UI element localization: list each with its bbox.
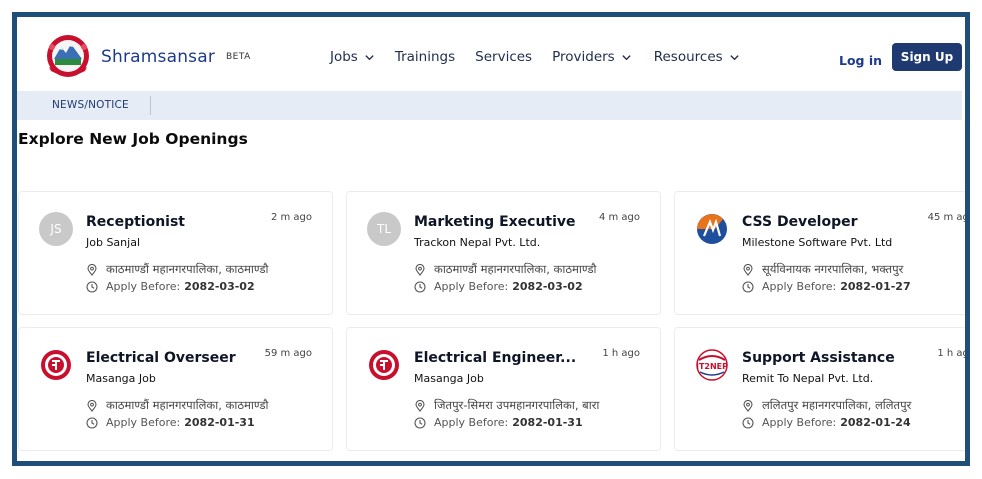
apply-before: Apply Before: 2082-01-24 (742, 416, 911, 429)
apply-before: Apply Before: 2082-03-02 (414, 280, 583, 293)
milestone-logo-icon (697, 214, 727, 244)
clock-icon (742, 416, 754, 429)
job-card[interactable]: CSS Developer Milestone Software Pvt. Lt… (674, 191, 969, 315)
company-name[interactable]: Remit To Nepal Pvt. Ltd. (742, 372, 873, 385)
map-pin-icon (415, 263, 425, 276)
clock-icon (86, 416, 98, 429)
job-location: काठमाण्डौं महानगरपालिका, काठमाण्डौ (86, 398, 268, 413)
company-name[interactable]: Trackon Nepal Pvt. Ltd. (414, 236, 540, 249)
apply-before: Apply Before: 2082-01-31 (86, 416, 255, 429)
job-card[interactable]: IT2NEP Support Assistance Remit To Nepal… (674, 327, 969, 451)
remit-to-nepal-logo-icon: IT2NEP (696, 349, 728, 381)
map-pin-icon (743, 263, 753, 276)
clock-icon (414, 280, 426, 293)
job-card[interactable]: Electrical Overseer Masanga Job 59 m ago… (18, 327, 333, 451)
job-title[interactable]: Electrical Engineer... (414, 350, 576, 366)
masanga-logo-icon (41, 350, 71, 380)
company-avatar: JS (39, 212, 73, 246)
news-notice-tab[interactable]: NEWS/NOTICE (52, 99, 129, 111)
job-title[interactable]: Support Assistance (742, 350, 895, 366)
apply-before-date: 2082-01-24 (840, 416, 911, 429)
apply-before-date: 2082-03-02 (184, 280, 255, 293)
browser-frame: Shramsansar BETA Jobs Trainings Services… (12, 12, 970, 466)
job-location-text: ललितपुर महानगरपालिका, ललितपुर (762, 398, 912, 412)
remit-logo-text: IT2NEP (696, 362, 728, 371)
map-pin-icon (87, 399, 97, 412)
posted-time: 2 m ago (270, 212, 312, 223)
job-location: जितपुर-सिमरा उपमहानगरपालिका, बारा (414, 398, 599, 413)
apply-before-label: Apply Before: (434, 416, 509, 429)
map-pin-icon (743, 399, 753, 412)
job-card[interactable]: JS Receptionist Job Sanjal 2 m ago काठमा… (18, 191, 333, 315)
job-card[interactable]: TL Marketing Executive Trackon Nepal Pvt… (346, 191, 661, 315)
clock-icon (742, 280, 754, 293)
company-name[interactable]: Milestone Software Pvt. Ltd (742, 236, 892, 249)
login-link[interactable]: Log in (839, 53, 882, 68)
nav-trainings-label: Trainings (394, 49, 456, 65)
nav-jobs-label: Jobs (330, 49, 358, 65)
nav-trainings[interactable]: Trainings (395, 49, 455, 65)
masanga-logo-icon (369, 350, 399, 380)
apply-before-label: Apply Before: (762, 280, 837, 293)
posted-time: 45 m ago (927, 212, 969, 223)
job-location-text: सूर्यविनायक नगरपालिका, भक्तपुर (762, 262, 904, 276)
site-header: Shramsansar BETA Jobs Trainings Services… (17, 17, 965, 89)
company-name[interactable]: Masanga Job (414, 372, 484, 385)
job-location: ललितपुर महानगरपालिका, ललितपुर (742, 398, 911, 413)
posted-time: 1 h ago (937, 348, 969, 359)
beta-badge: BETA (226, 52, 251, 62)
job-location-text: काठमाण्डौं महानगरपालिका, काठमाण्डौ (434, 262, 597, 276)
job-title[interactable]: CSS Developer (742, 214, 858, 230)
job-location-text: काठमाण्डौं महानगरपालिका, काठमाण्डौ (106, 262, 269, 276)
apply-before-date: 2082-01-31 (512, 416, 583, 429)
chevron-down-icon (365, 54, 374, 60)
nav-services-label: Services (475, 49, 533, 65)
posted-time: 59 m ago (264, 348, 312, 359)
apply-before-date: 2082-01-31 (184, 416, 255, 429)
chevron-down-icon (622, 54, 631, 60)
company-name[interactable]: Job Sanjal (86, 236, 140, 249)
apply-before-label: Apply Before: (434, 280, 509, 293)
nav-resources[interactable]: Resources (654, 49, 740, 65)
apply-before: Apply Before: 2082-01-27 (742, 280, 911, 293)
job-title[interactable]: Electrical Overseer (86, 350, 236, 366)
apply-before-date: 2082-01-27 (840, 280, 911, 293)
clock-icon (86, 280, 98, 293)
company-avatar: TL (367, 212, 401, 246)
map-pin-icon (415, 399, 425, 412)
job-location-text: जितपुर-सिमरा उपमहानगरपालिका, बारा (434, 398, 600, 412)
nav-providers-label: Providers (552, 49, 615, 65)
brand-name[interactable]: Shramsansar (101, 47, 215, 67)
job-card[interactable]: Electrical Engineer... Masanga Job 1 h a… (346, 327, 661, 451)
nav-resources-label: Resources (653, 49, 723, 65)
news-bar: NEWS/NOTICE (17, 91, 962, 120)
news-divider (150, 96, 151, 115)
nav-jobs[interactable]: Jobs (330, 49, 375, 65)
job-location: काठमाण्डौं महानगरपालिका, काठमाण्डौ (414, 262, 596, 277)
apply-before-label: Apply Before: (106, 416, 181, 429)
nepal-emblem-logo-icon[interactable] (43, 33, 93, 79)
job-title[interactable]: Marketing Executive (414, 214, 576, 230)
apply-before-label: Apply Before: (106, 280, 181, 293)
posted-time: 1 h ago (602, 348, 640, 359)
map-pin-icon (87, 263, 97, 276)
signup-button[interactable]: Sign Up (892, 43, 962, 71)
posted-time: 4 m ago (598, 212, 640, 223)
job-title[interactable]: Receptionist (86, 214, 185, 230)
nav-services[interactable]: Services (475, 49, 532, 65)
job-location: काठमाण्डौं महानगरपालिका, काठमाण्डौ (86, 262, 268, 277)
apply-before-label: Apply Before: (762, 416, 837, 429)
apply-before: Apply Before: 2082-03-02 (86, 280, 255, 293)
job-location: सूर्यविनायक नगरपालिका, भक्तपुर (742, 262, 903, 277)
apply-before: Apply Before: 2082-01-31 (414, 416, 583, 429)
company-name[interactable]: Masanga Job (86, 372, 156, 385)
nav-providers[interactable]: Providers (552, 49, 632, 65)
main-nav: Jobs Trainings Services Providers Resour… (330, 49, 740, 65)
chevron-down-icon (730, 54, 739, 60)
clock-icon (414, 416, 426, 429)
job-location-text: काठमाण्डौं महानगरपालिका, काठमाण्डौ (106, 398, 269, 412)
apply-before-date: 2082-03-02 (512, 280, 583, 293)
section-title: Explore New Job Openings (18, 130, 248, 148)
